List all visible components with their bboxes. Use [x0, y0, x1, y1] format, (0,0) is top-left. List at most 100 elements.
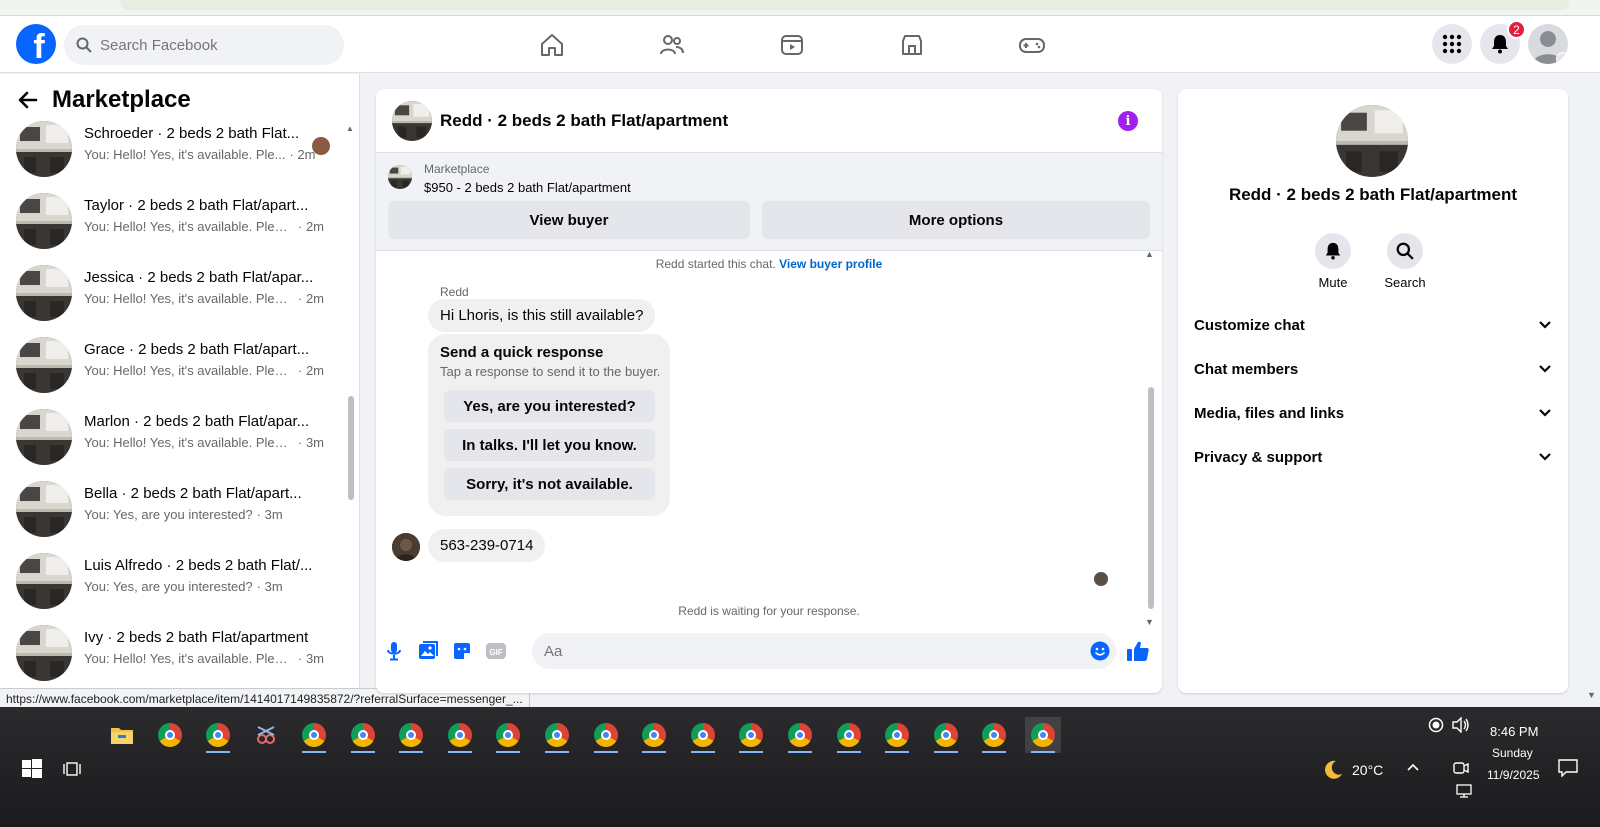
- chrome-window-icon[interactable]: [976, 717, 1012, 753]
- chrome-window-icon[interactable]: [879, 717, 915, 753]
- home-icon[interactable]: [537, 30, 567, 60]
- chrome-window-icon[interactable]: [928, 717, 964, 753]
- chat-scroll-up-arrow[interactable]: ▲: [1145, 249, 1154, 259]
- conversation-time: · 3m: [298, 651, 324, 666]
- clock-date[interactable]: 11/9/2025: [1487, 768, 1540, 782]
- conversation-time: · 2m: [298, 219, 324, 234]
- account-avatar[interactable]: [1528, 24, 1568, 64]
- taskbar-running-indicator: [206, 751, 230, 753]
- emoji-icon[interactable]: [1088, 639, 1112, 663]
- weather-moon-icon[interactable]: [1322, 759, 1344, 781]
- account-chevron-icon[interactable]: [1556, 52, 1568, 64]
- network-icon[interactable]: [1456, 784, 1472, 798]
- privacy-support-section[interactable]: Privacy & support: [1194, 439, 1552, 475]
- scroll-up-arrow[interactable]: ▲: [346, 124, 354, 133]
- chrome-window-icon[interactable]: [685, 717, 721, 753]
- chrome-profile-icon[interactable]: [200, 717, 236, 753]
- listing-price-title[interactable]: $950 - 2 beds 2 bath Flat/apartment: [424, 180, 631, 195]
- chrome-window-icon[interactable]: [490, 717, 526, 753]
- more-options-button[interactable]: More options: [762, 201, 1150, 239]
- conversation-preview-row: You: Hello! Yes, it's available. Pleas..…: [84, 651, 324, 666]
- conversation-item[interactable]: Taylor · 2 beds 2 bath Flat/apart... You:…: [16, 191, 336, 251]
- marketplace-icon[interactable]: [897, 30, 927, 60]
- taskbar-running-indicator: [1031, 751, 1055, 753]
- sticker-icon[interactable]: [450, 639, 474, 663]
- snipping-tool-icon[interactable]: [248, 717, 284, 753]
- info-icon[interactable]: i: [1118, 111, 1138, 131]
- mute-button[interactable]: Mute: [1298, 233, 1368, 290]
- customize-chat-section[interactable]: Customize chat: [1194, 307, 1552, 343]
- chat-scroll-down-arrow[interactable]: ▼: [1145, 617, 1154, 627]
- windows-start-icon[interactable]: [22, 759, 42, 779]
- volume-icon[interactable]: [1452, 717, 1470, 733]
- friends-icon[interactable]: [657, 30, 687, 60]
- kitchen-photo-icon: [16, 265, 72, 321]
- view-buyer-button[interactable]: View buyer: [388, 201, 750, 239]
- quick-response-button[interactable]: Sorry, it's not available.: [444, 468, 655, 500]
- conversation-item[interactable]: Jessica · 2 beds 2 bath Flat/apar... You:…: [16, 263, 336, 323]
- chrome-window-icon[interactable]: [442, 717, 478, 753]
- conversation-preview-row: You: Hello! Yes, it's available. Pleas..…: [84, 219, 324, 234]
- conversation-item[interactable]: Grace · 2 beds 2 bath Flat/apart... You: …: [16, 335, 336, 395]
- details-avatar[interactable]: [1336, 105, 1408, 177]
- search-in-chat-button[interactable]: Search: [1370, 233, 1440, 290]
- page-scroll-down-arrow[interactable]: ▼: [1587, 690, 1596, 700]
- record-icon[interactable]: [1428, 717, 1444, 733]
- chrome-icon[interactable]: [152, 717, 188, 753]
- chrome-window-icon[interactable]: [831, 717, 867, 753]
- conversation-item[interactable]: Schroeder · 2 beds 2 bath Flat... You: He…: [16, 119, 336, 179]
- chrome-window-icon[interactable]: [296, 717, 332, 753]
- search-box[interactable]: [64, 25, 344, 65]
- chrome-window-icon[interactable]: [393, 717, 429, 753]
- chrome-window-icon[interactable]: [1025, 717, 1061, 753]
- chrome-window-icon[interactable]: [636, 717, 672, 753]
- quick-response-button[interactable]: In talks. I'll let you know.: [444, 429, 655, 461]
- mute-label: Mute: [1318, 275, 1348, 290]
- message-input[interactable]: [544, 642, 1064, 660]
- action-center-icon[interactable]: [1558, 759, 1578, 777]
- chat-scrollbar[interactable]: [1148, 387, 1154, 609]
- buyer-avatar[interactable]: [392, 533, 420, 561]
- conversation-item[interactable]: Marlon · 2 beds 2 bath Flat/apar... You: …: [16, 407, 336, 467]
- conversation-item[interactable]: Ivy · 2 beds 2 bath Flat/apartment You: H…: [16, 623, 336, 683]
- chrome-window-icon[interactable]: [782, 717, 818, 753]
- chrome-window-icon[interactable]: [345, 717, 381, 753]
- conversation-item[interactable]: Bella · 2 beds 2 bath Flat/apart... You: …: [16, 479, 336, 539]
- media-files-links-section[interactable]: Media, files and links: [1194, 395, 1552, 431]
- quick-response-button[interactable]: Yes, are you interested?: [444, 390, 655, 422]
- conversation-preview-row: You: Hello! Yes, it's available. Pleas..…: [84, 435, 324, 450]
- sidebar-scrollbar[interactable]: [348, 396, 354, 500]
- thumbs-up-icon[interactable]: [1126, 639, 1150, 663]
- address-bar-edge[interactable]: [120, 0, 1570, 10]
- chrome-window-icon[interactable]: [588, 717, 624, 753]
- task-view-icon[interactable]: [62, 760, 82, 778]
- file-explorer-icon[interactable]: [104, 717, 140, 753]
- message-input-box[interactable]: [532, 633, 1116, 669]
- conversation-time: · 2m: [298, 291, 324, 306]
- chat-members-section[interactable]: Chat members: [1194, 351, 1552, 387]
- chat-avatar[interactable]: [392, 101, 432, 141]
- listing-thumbnail: [16, 193, 72, 249]
- menu-grid-icon[interactable]: [1432, 24, 1472, 64]
- photo-icon[interactable]: [416, 639, 440, 663]
- meet-camera-icon[interactable]: [1452, 759, 1470, 777]
- back-arrow-icon[interactable]: [18, 90, 38, 110]
- microphone-icon[interactable]: [382, 639, 406, 663]
- chrome-window-icon[interactable]: [539, 717, 575, 753]
- listing-thumbnail: [16, 481, 72, 537]
- view-buyer-profile-link[interactable]: View buyer profile: [779, 257, 882, 271]
- notifications-button[interactable]: 2: [1480, 20, 1526, 64]
- search-icon: [1396, 242, 1414, 260]
- conversation-preview-row: You: Yes, are you interested? · 3m: [84, 579, 283, 594]
- gif-icon[interactable]: GIF: [484, 639, 508, 663]
- show-hidden-icons-chevron-icon[interactable]: [1406, 762, 1420, 772]
- conversation-preview: You: Yes, are you interested?: [84, 507, 253, 522]
- conversation-item[interactable]: Luis Alfredo · 2 beds 2 bath Flat/... You…: [16, 551, 336, 611]
- chat-title[interactable]: Redd · 2 beds 2 bath Flat/apartment: [440, 111, 728, 131]
- video-icon[interactable]: [777, 30, 807, 60]
- search-input[interactable]: [100, 36, 320, 54]
- weather-temperature[interactable]: 20°C: [1352, 762, 1383, 778]
- facebook-logo-icon[interactable]: f: [16, 24, 56, 64]
- chrome-window-icon[interactable]: [733, 717, 769, 753]
- gaming-icon[interactable]: [1017, 30, 1047, 60]
